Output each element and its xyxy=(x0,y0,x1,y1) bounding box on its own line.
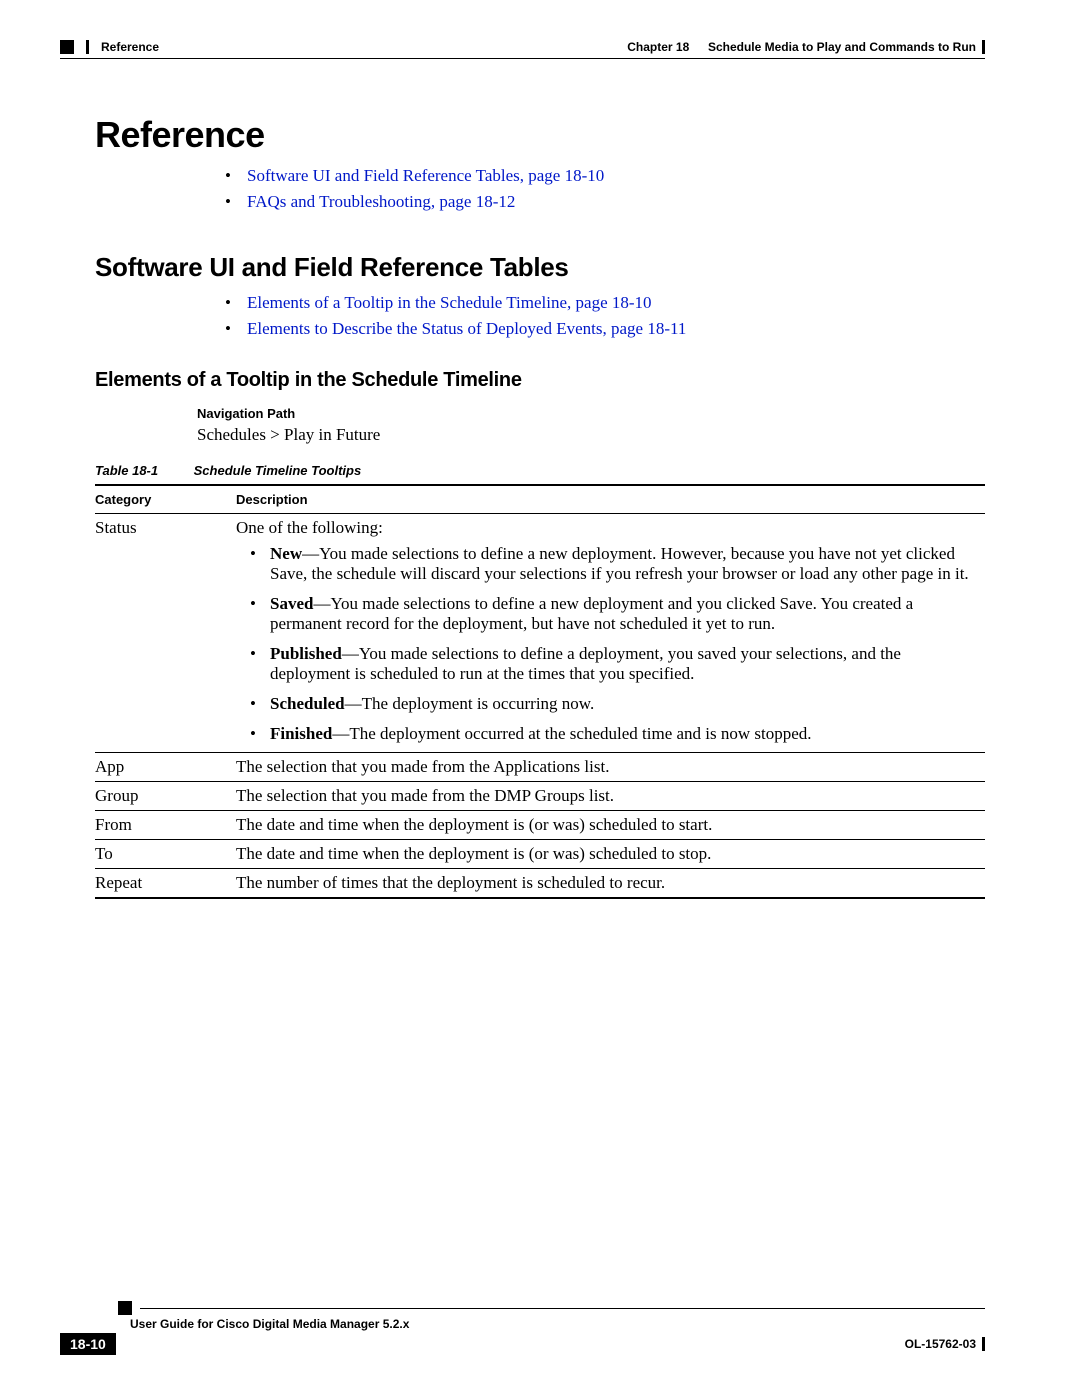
status-term: New xyxy=(270,544,302,563)
table-row: App The selection that you made from the… xyxy=(95,753,985,782)
table-row: Group The selection that you made from t… xyxy=(95,782,985,811)
header-rule xyxy=(60,58,985,59)
status-term: Scheduled xyxy=(270,694,345,713)
cell-description: One of the following: New—You made selec… xyxy=(236,514,985,753)
top-link-list: Software UI and Field Reference Tables, … xyxy=(225,166,985,212)
xref-link[interactable]: FAQs and Troubleshooting, page 18-12 xyxy=(247,192,515,211)
cell-category: Status xyxy=(95,514,236,753)
status-text: —You made selections to define a deploym… xyxy=(270,644,901,683)
cell-category: From xyxy=(95,811,236,840)
status-term: Finished xyxy=(270,724,332,743)
nav-path-label: Navigation Path xyxy=(197,406,985,421)
status-options-list: New—You made selections to define a new … xyxy=(250,544,979,744)
table-row: Repeat The number of times that the depl… xyxy=(95,869,985,899)
status-term: Saved xyxy=(270,594,313,613)
page-footer: User Guide for Cisco Digital Media Manag… xyxy=(60,1301,985,1355)
list-item: FAQs and Troubleshooting, page 18-12 xyxy=(225,192,985,212)
cell-description: The date and time when the deployment is… xyxy=(236,840,985,869)
list-item: Software UI and Field Reference Tables, … xyxy=(225,166,985,186)
cell-description: The date and time when the deployment is… xyxy=(236,811,985,840)
cell-description: The number of times that the deployment … xyxy=(236,869,985,899)
tooltip-reference-table: Category Description Status One of the f… xyxy=(95,484,985,899)
cell-category: App xyxy=(95,753,236,782)
footer-rule xyxy=(140,1308,985,1309)
header-chapter-label: Chapter 18 xyxy=(627,40,689,54)
footer-book-title: User Guide for Cisco Digital Media Manag… xyxy=(130,1317,985,1331)
header-chapter-title: Schedule Media to Play and Commands to R… xyxy=(708,40,976,54)
header-right-bar-icon xyxy=(982,40,985,54)
cell-category: To xyxy=(95,840,236,869)
table-row: Status One of the following: New—You mad… xyxy=(95,514,985,753)
status-text: —You made selections to define a new dep… xyxy=(270,594,913,633)
running-header: Reference Chapter 18 Schedule Media to P… xyxy=(95,40,985,54)
footer-right-bar-icon xyxy=(982,1337,985,1351)
status-intro: One of the following: xyxy=(236,518,383,537)
cell-category: Repeat xyxy=(95,869,236,899)
list-item: Finished—The deployment occurred at the … xyxy=(250,724,979,744)
subsection-heading: Elements of a Tooltip in the Schedule Ti… xyxy=(95,369,985,392)
section-heading: Software UI and Field Reference Tables xyxy=(95,252,985,283)
header-left-bar-icon xyxy=(86,40,89,54)
page-number: 18-10 xyxy=(60,1333,116,1355)
xref-link[interactable]: Software UI and Field Reference Tables, … xyxy=(247,166,604,185)
nav-path-value: Schedules > Play in Future xyxy=(197,425,985,445)
status-text: —The deployment occurred at the schedule… xyxy=(332,724,811,743)
table-caption: Table 18-1 Schedule Timeline Tooltips xyxy=(95,463,985,478)
table-header-category: Category xyxy=(95,485,236,514)
footer-square-icon xyxy=(118,1301,132,1315)
table-title: Schedule Timeline Tooltips xyxy=(194,463,362,478)
list-item: New—You made selections to define a new … xyxy=(250,544,979,584)
doc-id: OL-15762-03 xyxy=(905,1337,976,1351)
xref-link[interactable]: Elements to Describe the Status of Deplo… xyxy=(247,319,686,338)
list-item: Saved—You made selections to define a ne… xyxy=(250,594,979,634)
table-row: From The date and time when the deployme… xyxy=(95,811,985,840)
table-number: Table 18-1 xyxy=(95,463,190,478)
header-left-square-icon xyxy=(60,40,74,54)
table-header-description: Description xyxy=(236,485,985,514)
cell-description: The selection that you made from the DMP… xyxy=(236,782,985,811)
list-item: Scheduled—The deployment is occurring no… xyxy=(250,694,979,714)
xref-link[interactable]: Elements of a Tooltip in the Schedule Ti… xyxy=(247,293,652,312)
list-item: Elements of a Tooltip in the Schedule Ti… xyxy=(225,293,985,313)
sub-link-list: Elements of a Tooltip in the Schedule Ti… xyxy=(225,293,985,339)
list-item: Elements to Describe the Status of Deplo… xyxy=(225,319,985,339)
status-text: —You made selections to define a new dep… xyxy=(270,544,969,583)
cell-description: The selection that you made from the App… xyxy=(236,753,985,782)
status-text: —The deployment is occurring now. xyxy=(345,694,595,713)
status-term: Published xyxy=(270,644,342,663)
page-title: Reference xyxy=(95,114,985,156)
cell-category: Group xyxy=(95,782,236,811)
list-item: Published—You made selections to define … xyxy=(250,644,979,684)
table-row: To The date and time when the deployment… xyxy=(95,840,985,869)
header-section-name: Reference xyxy=(101,40,159,54)
